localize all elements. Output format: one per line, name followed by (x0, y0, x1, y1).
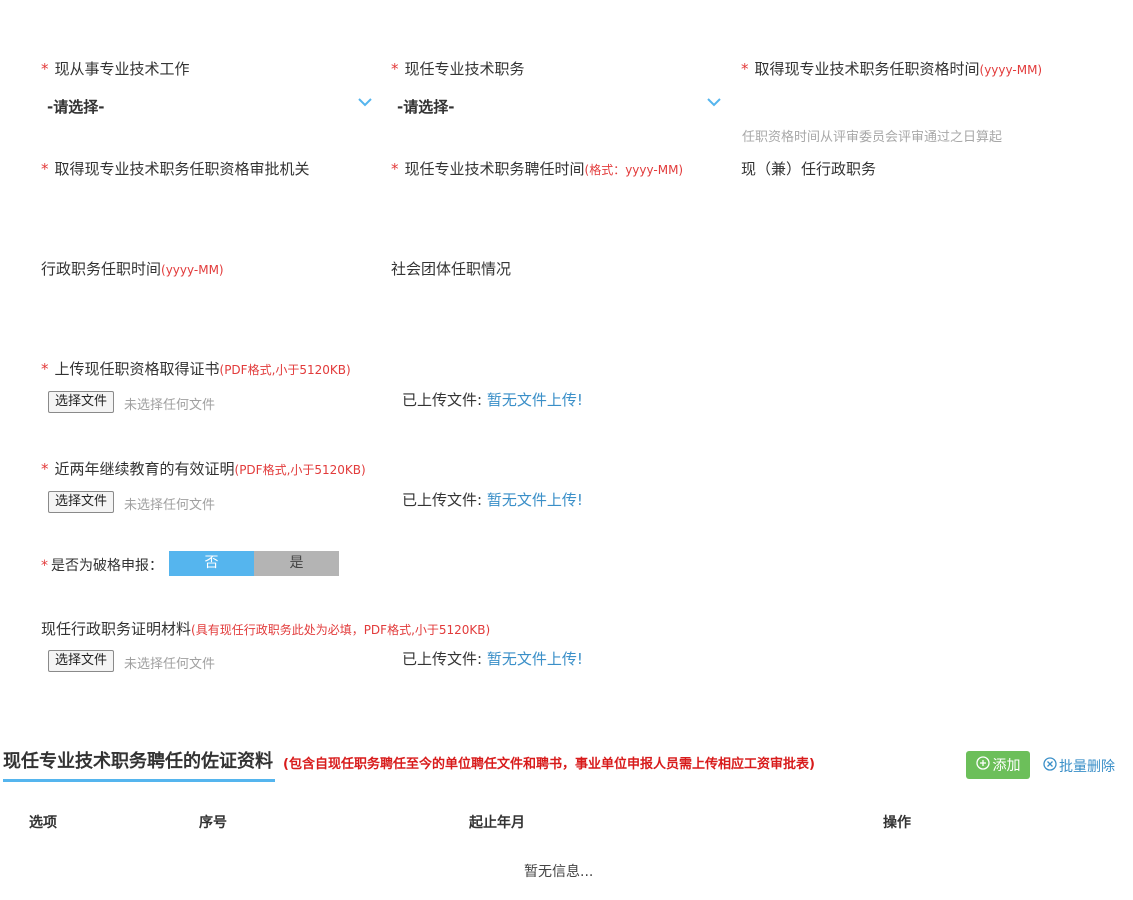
edu-uploaded-status: 已上传文件: 暂无文件上传! (402, 489, 583, 510)
tech-work-label: *现从事专业技术工作 (41, 58, 190, 79)
hire-time-label: *现任专业技术职务聘任时间(格式：yyyy-MM) (391, 158, 683, 179)
toggle-option-yes[interactable]: 是 (254, 551, 339, 576)
section-note: (包含自现任职务聘任至今的单位聘任文件和聘书，事业单位申报人员需上传相应工资审批… (283, 753, 815, 772)
chevron-down-icon[interactable] (358, 97, 372, 107)
approval-org-label: *取得现专业技术职务任职资格审批机关 (41, 158, 310, 179)
tech-post-select[interactable]: -请选择- (397, 96, 454, 117)
cert-uploaded-status: 已上传文件: 暂无文件上传! (402, 389, 583, 410)
admin-proof-uploaded-status: 已上传文件: 暂无文件上传! (402, 648, 583, 669)
admin-proof-choose-file-button[interactable]: 选择文件 (48, 650, 114, 672)
column-header-action: 操作 (883, 812, 911, 832)
admin-time-label: 行政职务任职时间(yyyy-MM) (41, 258, 224, 279)
close-circle-icon (1043, 757, 1057, 775)
edu-upload-label: *近两年继续教育的有效证明(PDF格式,小于5120KB) (41, 458, 366, 479)
column-header-index: 序号 (199, 812, 227, 832)
admin-proof-upload-label: 现任行政职务证明材料(具有现任行政职务此处为必填，PDF格式,小于5120KB) (41, 618, 490, 639)
toggle-option-no[interactable]: 否 (169, 551, 254, 576)
column-header-option: 选项 (29, 812, 57, 832)
qual-time-note: 任职资格时间从评审委员会评审通过之日算起 (742, 126, 1002, 145)
plus-circle-icon (976, 756, 990, 774)
cert-upload-label: *上传现任职资格取得证书(PDF格式,小于5120KB) (41, 358, 351, 379)
batch-delete-button[interactable]: 批量删除 (1043, 756, 1115, 776)
admin-post-label: 现（兼）任行政职务 (741, 158, 876, 179)
exceptional-toggle[interactable]: 否 是 (169, 551, 339, 576)
tech-work-select[interactable]: -请选择- (47, 96, 104, 117)
edu-choose-file-button[interactable]: 选择文件 (48, 491, 114, 513)
social-post-label: 社会团体任职情况 (391, 258, 511, 279)
cert-no-file-text: 未选择任何文件 (124, 394, 215, 413)
section-title: 现任专业技术职务聘任的佐证资料 (3, 747, 275, 782)
table-empty-text: 暂无信息... (524, 861, 593, 881)
column-header-period: 起止年月 (469, 812, 525, 832)
qual-time-label: *取得现专业技术职务任职资格时间(yyyy-MM) (741, 58, 1042, 79)
cert-choose-file-button[interactable]: 选择文件 (48, 391, 114, 413)
tech-post-label: *现任专业技术职务 (391, 58, 525, 79)
add-button[interactable]: 添加 (966, 751, 1030, 779)
chevron-down-icon[interactable] (707, 97, 721, 107)
edu-no-file-text: 未选择任何文件 (124, 494, 215, 513)
exceptional-label: *是否为破格申报： (41, 555, 163, 575)
admin-proof-no-file-text: 未选择任何文件 (124, 653, 215, 672)
